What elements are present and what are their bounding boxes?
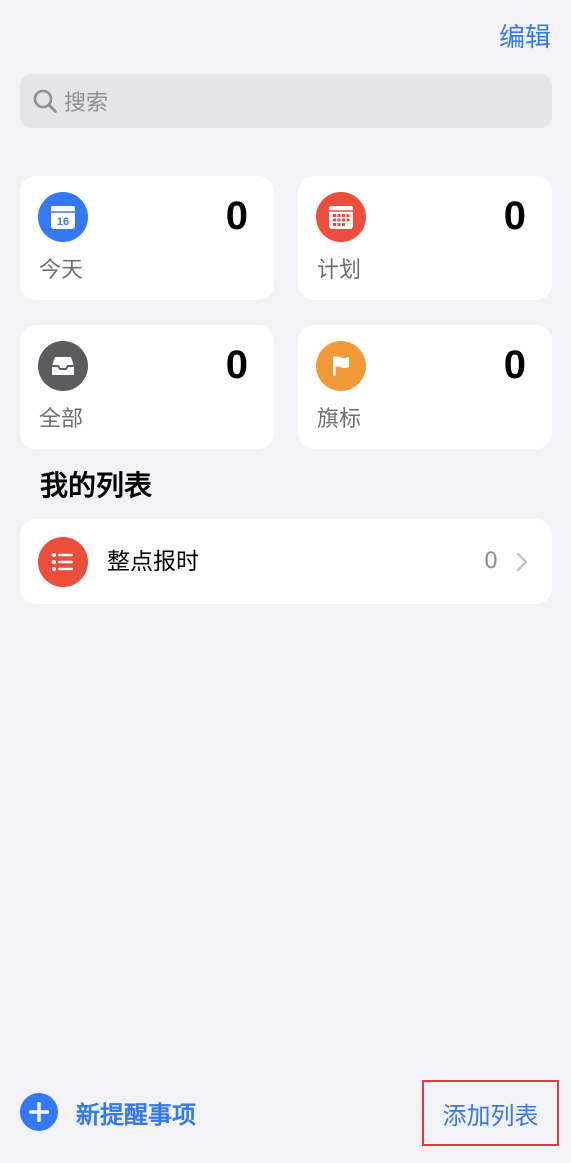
all-label: 全部 — [39, 407, 84, 432]
all-card[interactable]: 0 全部 — [20, 325, 274, 449]
today-count: 0 — [225, 194, 248, 238]
new-reminder-button[interactable]: 新提醒事项 — [20, 1092, 196, 1132]
svg-text:16: 16 — [57, 216, 69, 228]
flagged-count: 0 — [503, 343, 526, 387]
flagged-card[interactable]: 0 旗标 — [298, 325, 552, 449]
flagged-label: 旗标 — [317, 407, 362, 432]
list-item[interactable]: 整点报时 0 — [20, 519, 552, 604]
scheduled-card[interactable]: 0 计划 — [298, 176, 552, 300]
tray-icon — [38, 341, 88, 391]
edit-button[interactable]: 编辑 — [499, 20, 551, 56]
chevron-right-icon — [516, 552, 528, 572]
list-item-count: 0 — [484, 549, 498, 574]
all-count: 0 — [225, 343, 248, 387]
list-bullet-icon — [38, 537, 88, 587]
reminders-screen: 编辑 搜索 16 0 今天 0 计划 0 全部 0 旗标 我的列表 整点报时 0… — [0, 0, 571, 1163]
today-label: 今天 — [39, 258, 84, 283]
today-card[interactable]: 16 0 今天 — [20, 176, 274, 300]
list-item-name: 整点报时 — [107, 549, 199, 575]
search-bar[interactable]: 搜索 — [20, 74, 552, 128]
plus-circle-icon — [20, 1093, 58, 1131]
add-list-label: 添加列表 — [442, 1101, 539, 1130]
add-list-button[interactable]: 添加列表 — [422, 1080, 559, 1146]
scheduled-count: 0 — [503, 194, 526, 238]
scheduled-label: 计划 — [317, 258, 362, 283]
flag-icon — [316, 341, 366, 391]
calendar-today-icon: 16 — [38, 192, 88, 242]
search-icon — [33, 89, 57, 113]
my-lists-title: 我的列表 — [40, 469, 153, 502]
search-placeholder: 搜索 — [64, 91, 109, 116]
new-reminder-label: 新提醒事项 — [76, 1100, 196, 1129]
calendar-grid-icon — [316, 192, 366, 242]
